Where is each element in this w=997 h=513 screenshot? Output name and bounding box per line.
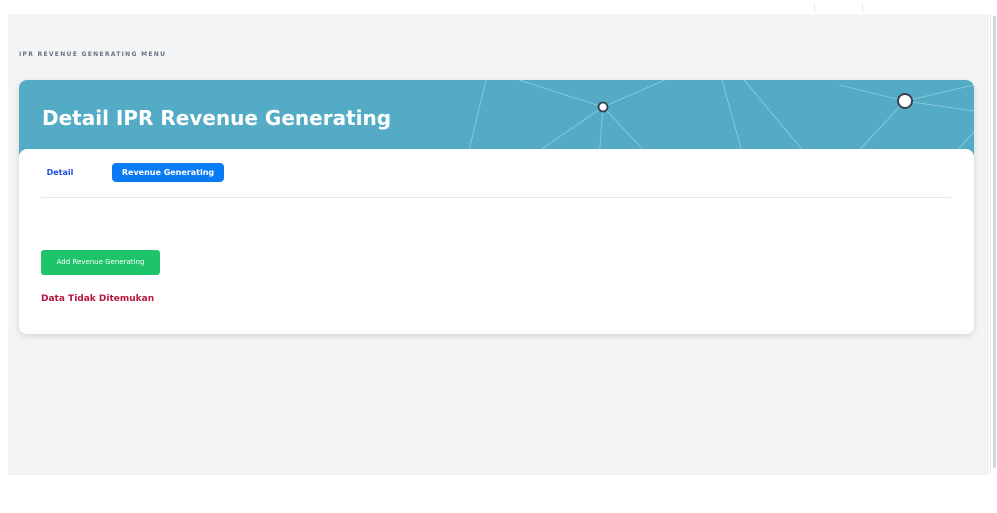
- scrollbar-thumb[interactable]: [993, 16, 996, 468]
- tab-detail[interactable]: Detail: [43, 163, 77, 182]
- page-title: Detail IPR Revenue Generating: [42, 106, 392, 130]
- footer: [8, 474, 989, 513]
- top-bar-divider: [862, 3, 863, 12]
- add-revenue-generating-button[interactable]: Add Revenue Generating: [41, 250, 160, 275]
- top-bar-divider: [814, 3, 815, 12]
- breadcrumb: IPR REVENUE GENERATING MENU: [19, 51, 167, 58]
- card-body: Detail Revenue Generating Add Revenue Ge…: [19, 149, 974, 334]
- card-header: Detail IPR Revenue Generating: [19, 80, 974, 159]
- empty-state-message: Data Tidak Ditemukan: [41, 294, 155, 304]
- tab-revenue-generating[interactable]: Revenue Generating: [112, 163, 224, 182]
- tabs-divider: [41, 197, 951, 198]
- detail-card: Detail IPR Revenue Generating Detail Rev…: [19, 80, 974, 334]
- top-bar: [8, 0, 989, 14]
